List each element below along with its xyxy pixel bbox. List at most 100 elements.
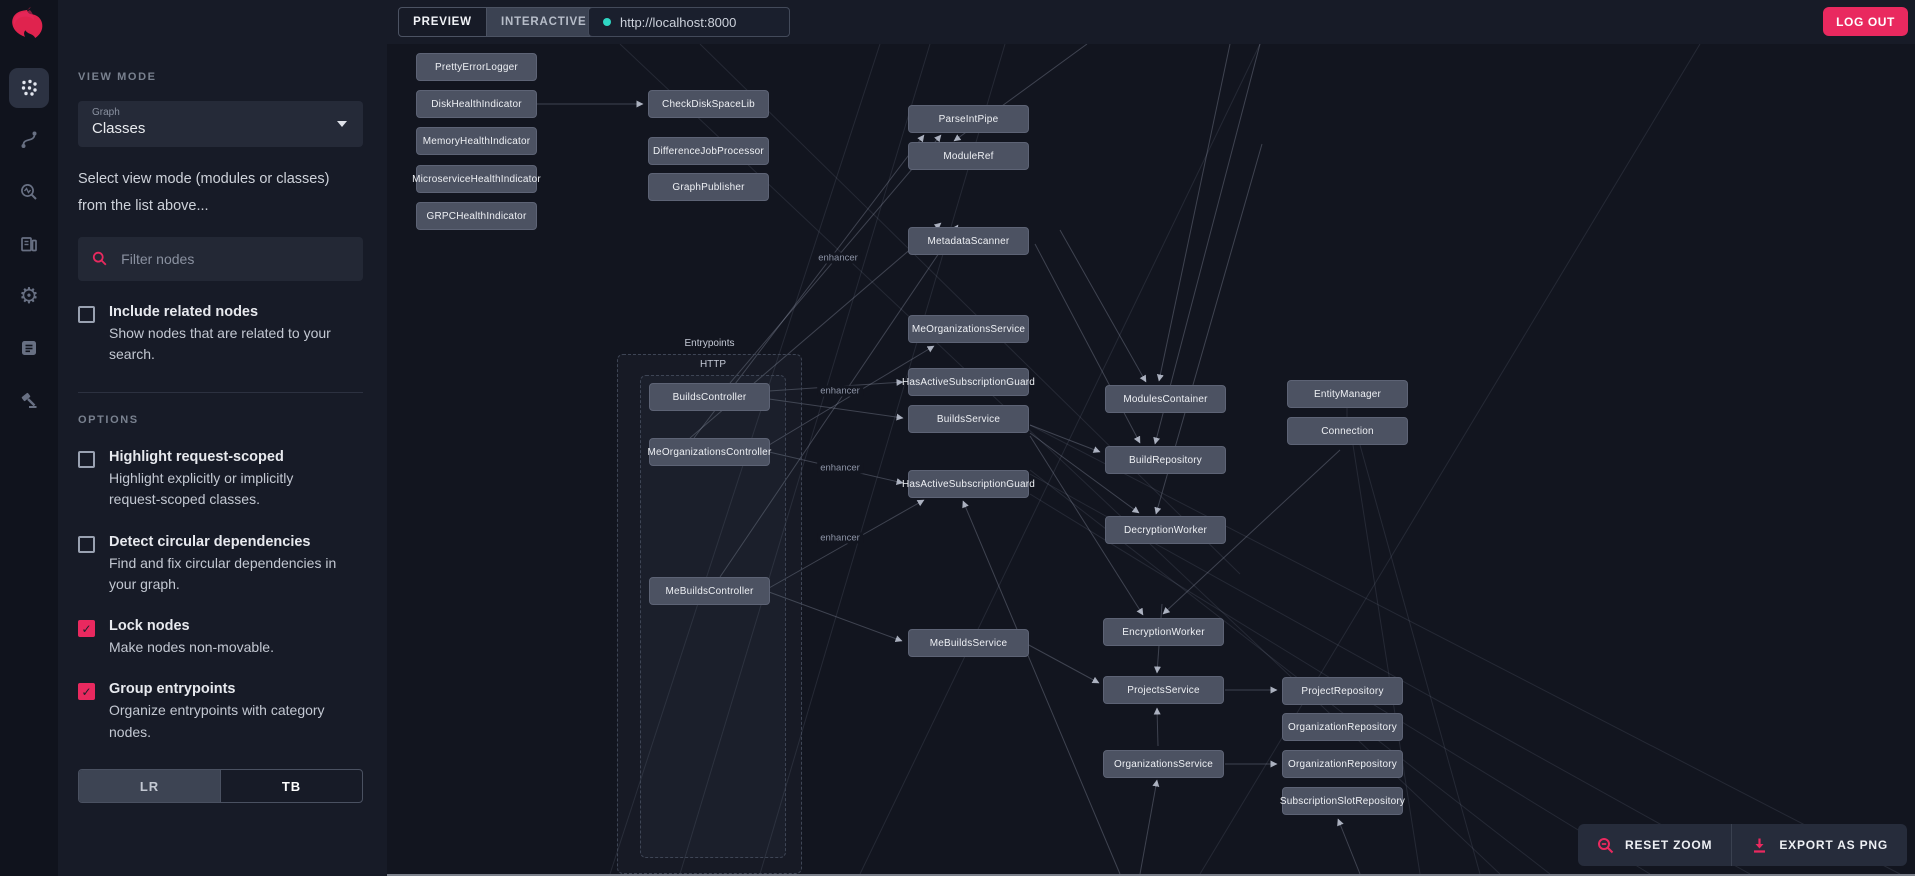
- option-title: Lock nodes: [109, 618, 190, 635]
- export-png-label: EXPORT AS PNG: [1779, 838, 1888, 852]
- panel-divider: [78, 392, 363, 394]
- edge-label: enhancer: [817, 532, 863, 544]
- group-label: Entrypoints: [684, 338, 735, 349]
- graph-node[interactable]: DiskHealthIndicator: [416, 90, 537, 118]
- rail-item-inspect[interactable]: [9, 172, 49, 212]
- app-window: ⚙ PREVIEW INTERACTIVE http://localhost:8…: [0, 0, 1915, 876]
- rail-item-routes[interactable]: [9, 120, 49, 160]
- reset-zoom-label: RESET ZOOM: [1625, 838, 1713, 852]
- select-label: Graph: [92, 107, 120, 118]
- view-mode-heading: VIEW MODE: [78, 71, 157, 83]
- tab-interactive[interactable]: INTERACTIVE: [486, 8, 601, 36]
- option-detect-circular[interactable]: Detect circular dependencies Find and fi…: [78, 534, 363, 596]
- edge-label: enhancer: [817, 462, 863, 474]
- option-highlight-request-scoped[interactable]: Highlight request-scoped Highlight expli…: [78, 449, 363, 511]
- rail-item-graph-view[interactable]: [9, 68, 49, 108]
- graph-node[interactable]: GraphPublisher: [648, 173, 769, 201]
- graph-node[interactable]: MetadataScanner: [908, 227, 1029, 255]
- graph-node[interactable]: HasActiveSubscriptionGuard: [902, 470, 1035, 498]
- graph-node[interactable]: ProjectsService: [1103, 676, 1224, 704]
- lock-nodes-checkbox[interactable]: [78, 620, 95, 638]
- graph-node[interactable]: OrganizationRepository: [1282, 750, 1403, 778]
- include-related-desc: Show nodes that are related to your sear…: [109, 324, 331, 362]
- logs-document-icon: [22, 341, 36, 355]
- filter-nodes-box: [78, 236, 363, 281]
- graph-node[interactable]: OrganizationsService: [1103, 750, 1224, 778]
- include-related-title: Include related nodes: [109, 303, 259, 320]
- option-title: Detect circular dependencies: [109, 533, 311, 550]
- export-png-button[interactable]: EXPORT AS PNG: [1732, 824, 1907, 866]
- top-bar: PREVIEW INTERACTIVE http://localhost:800…: [58, 0, 1915, 44]
- edge-label: enhancer: [815, 252, 861, 264]
- graph-node[interactable]: DecryptionWorker: [1105, 516, 1226, 544]
- url-field[interactable]: http://localhost:8000: [588, 7, 790, 37]
- graph-mode-select[interactable]: Graph Classes: [78, 101, 363, 147]
- graph-canvas[interactable]: RESET ZOOM EXPORT AS PNG Entrypoints HTTP…: [387, 44, 1915, 876]
- option-desc: Find and fix circular dependencies in yo…: [109, 554, 337, 592]
- rail-item-tools[interactable]: [9, 380, 49, 420]
- graph-node[interactable]: OrganizationRepository: [1282, 713, 1403, 741]
- download-icon: [1754, 838, 1766, 853]
- search-icon: [92, 251, 107, 266]
- graph-node[interactable]: GRPCHealthIndicator: [416, 202, 537, 230]
- rail-item-settings[interactable]: ⚙: [9, 276, 49, 316]
- option-title: Highlight request-scoped: [109, 449, 284, 466]
- rail-item-logs[interactable]: [9, 328, 49, 368]
- graph-node[interactable]: EncryptionWorker: [1103, 618, 1224, 646]
- graph-node[interactable]: MeOrganizationsController: [648, 438, 771, 466]
- direction-tb-button[interactable]: TB: [220, 770, 362, 803]
- graph-node[interactable]: CheckDiskSpaceLib: [648, 90, 769, 118]
- include-related-row[interactable]: Include related nodes Show nodes that ar…: [78, 304, 363, 366]
- view-tabs: PREVIEW INTERACTIVE: [398, 7, 602, 37]
- select-value: Classes: [92, 120, 146, 137]
- rail-item-library[interactable]: [9, 224, 49, 264]
- graph-node[interactable]: MeBuildsService: [908, 629, 1029, 657]
- settings-gear-icon: ⚙: [19, 283, 39, 308]
- include-related-checkbox[interactable]: [78, 305, 95, 323]
- option-desc: Organize entrypoints with category nodes…: [109, 702, 325, 740]
- chevron-down-icon: [337, 121, 347, 127]
- graph-node[interactable]: MemoryHealthIndicator: [416, 127, 537, 155]
- group-label: HTTP: [699, 359, 727, 370]
- graph-node[interactable]: PrettyErrorLogger: [416, 53, 537, 81]
- detect-circular-checkbox[interactable]: [78, 535, 95, 553]
- library-icon: [21, 237, 37, 252]
- option-group-entrypoints[interactable]: Group entrypoints Organize entrypoints w…: [78, 681, 363, 743]
- canvas-controls: RESET ZOOM EXPORT AS PNG: [1578, 824, 1907, 866]
- graph-node[interactable]: MicroserviceHealthIndicator: [412, 165, 541, 193]
- route-icon: [21, 131, 37, 148]
- graph-node[interactable]: BuildRepository: [1105, 446, 1226, 474]
- url-text: http://localhost:8000: [620, 14, 737, 30]
- graph-view-icon: [21, 79, 37, 96]
- layout-direction-toggle: LR TB: [78, 769, 363, 804]
- view-mode-helper-text: Select view mode (modules or classes) fr…: [78, 171, 330, 214]
- settings-panel: VIEW MODE Graph Classes Select view mode…: [58, 44, 387, 876]
- graph-node[interactable]: MeOrganizationsService: [908, 315, 1029, 343]
- graph-node[interactable]: HasActiveSubscriptionGuard: [902, 368, 1035, 396]
- graph-node[interactable]: SubscriptionSlotRepository: [1280, 787, 1405, 815]
- graph-node[interactable]: BuildsController: [649, 383, 770, 411]
- edge-label: enhancer: [817, 385, 863, 397]
- tab-preview[interactable]: PREVIEW: [399, 8, 486, 36]
- graph-node[interactable]: ParseIntPipe: [908, 105, 1029, 133]
- graph-node[interactable]: DifferenceJobProcessor: [648, 137, 769, 165]
- graph-node[interactable]: BuildsService: [908, 405, 1029, 433]
- tools-gavel-icon: [21, 392, 37, 408]
- log-out-button[interactable]: LOG OUT: [1823, 7, 1908, 36]
- group-entrypoints-checkbox[interactable]: [78, 683, 95, 701]
- highlight-request-scoped-checkbox[interactable]: [78, 451, 95, 469]
- filter-nodes-input[interactable]: [119, 249, 349, 268]
- option-desc: Highlight explicitly or implicitly reque…: [109, 470, 294, 508]
- graph-node[interactable]: ProjectRepository: [1282, 677, 1403, 705]
- nestjs-logo: [12, 6, 43, 38]
- graph-node[interactable]: EntityManager: [1287, 380, 1408, 408]
- inspect-icon: [21, 184, 37, 200]
- option-title: Group entrypoints: [109, 681, 236, 698]
- graph-node[interactable]: ModuleRef: [908, 142, 1029, 170]
- reset-zoom-button[interactable]: RESET ZOOM: [1578, 824, 1731, 866]
- direction-lr-button[interactable]: LR: [79, 770, 220, 803]
- graph-node[interactable]: ModulesContainer: [1105, 385, 1226, 413]
- option-lock-nodes[interactable]: Lock nodes Make nodes non-movable.: [78, 618, 363, 658]
- graph-node[interactable]: MeBuildsController: [649, 577, 770, 605]
- graph-node[interactable]: Connection: [1287, 417, 1408, 445]
